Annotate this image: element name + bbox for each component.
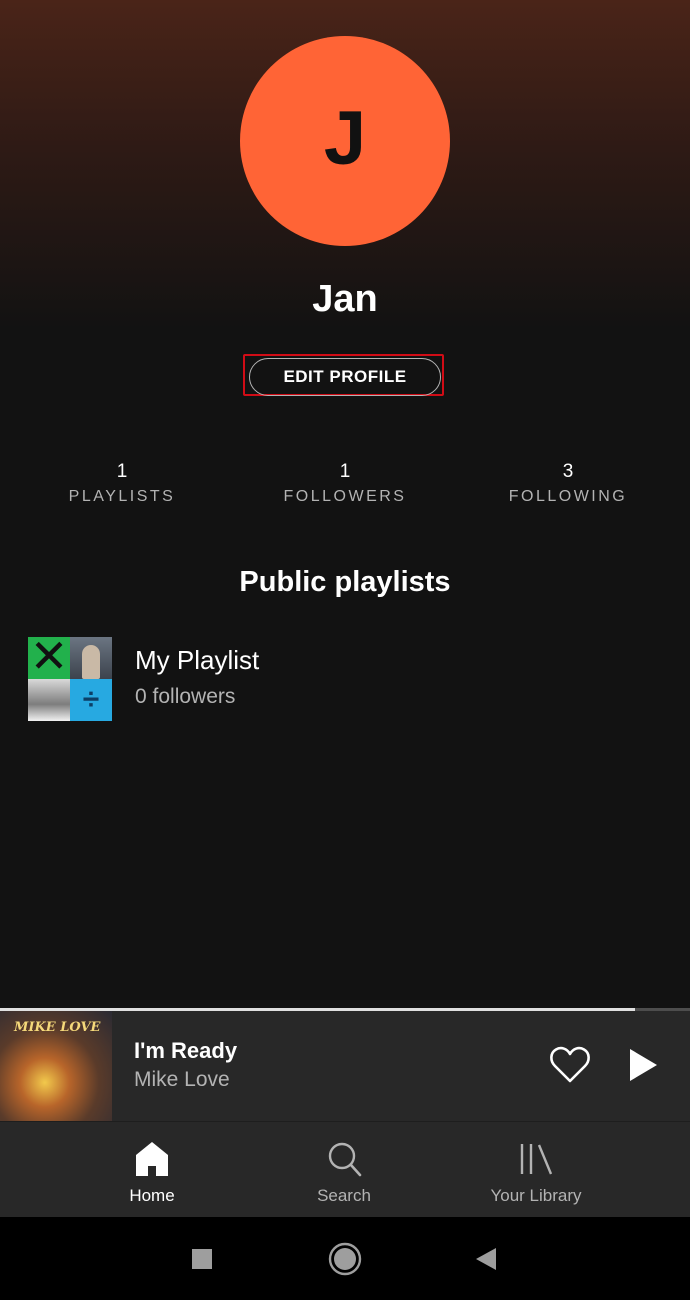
cover-tile-x: ✕ [28,637,70,679]
avatar-initial: J [323,96,367,181]
playlist-followers: 0 followers [135,685,236,708]
playlist-cover: ✕ ÷ [28,637,112,721]
tab-label: Search [317,1186,371,1205]
playlist-name: My Playlist [135,645,260,675]
tab-search[interactable]: Search [249,1122,439,1218]
stat-label: FOLLOWING [508,488,628,505]
cover-tile-divide: ÷ [70,679,112,721]
recents-icon[interactable] [182,1239,222,1279]
cover-tile-band [28,679,70,721]
profile-stats: 1 PLAYLISTS 1 FOLLOWERS 3 FOLLOWING [0,460,690,520]
tab-home[interactable]: Home [57,1122,247,1218]
bottom-tab-bar: Home Search Your Library [0,1121,690,1218]
system-navigation-bar [0,1217,690,1300]
album-art-text: MIKE LOVE [14,1020,101,1035]
now-playing-title: I'm Ready [134,1038,238,1063]
home-icon [134,1140,170,1178]
library-icon [518,1140,554,1178]
stat-followers[interactable]: 1 FOLLOWERS [235,460,455,510]
stat-value: 3 [562,461,574,482]
public-playlists-title: Public playlists [239,566,451,598]
play-icon[interactable] [622,1045,662,1085]
tab-your-library[interactable]: Your Library [441,1122,631,1218]
avatar[interactable]: J [240,36,450,246]
home-circle-icon[interactable] [325,1239,365,1279]
profile-name: Jan [312,278,378,320]
now-playing-bar[interactable]: MIKE LOVE I'm Ready Mike Love [0,1011,690,1121]
tab-label: Home [129,1186,175,1205]
tab-label: Your Library [490,1186,582,1205]
heart-icon[interactable] [549,1045,591,1085]
stat-value: 1 [116,461,128,482]
playlist-row[interactable]: ✕ ÷ My Playlist 0 followers [28,637,668,723]
stat-label: PLAYLISTS [68,488,176,505]
edit-profile-button[interactable]: EDIT PROFILE [249,358,441,396]
stat-value: 1 [339,461,351,482]
stat-label: FOLLOWERS [283,488,407,505]
stat-playlists[interactable]: 1 PLAYLISTS [12,460,232,510]
stat-following[interactable]: 3 FOLLOWING [458,460,678,510]
back-icon[interactable] [466,1239,506,1279]
cover-tile-portrait [70,637,112,679]
now-playing-artist: Mike Love [134,1068,230,1091]
now-playing-album-art: MIKE LOVE [0,1011,112,1121]
search-icon [326,1140,362,1178]
